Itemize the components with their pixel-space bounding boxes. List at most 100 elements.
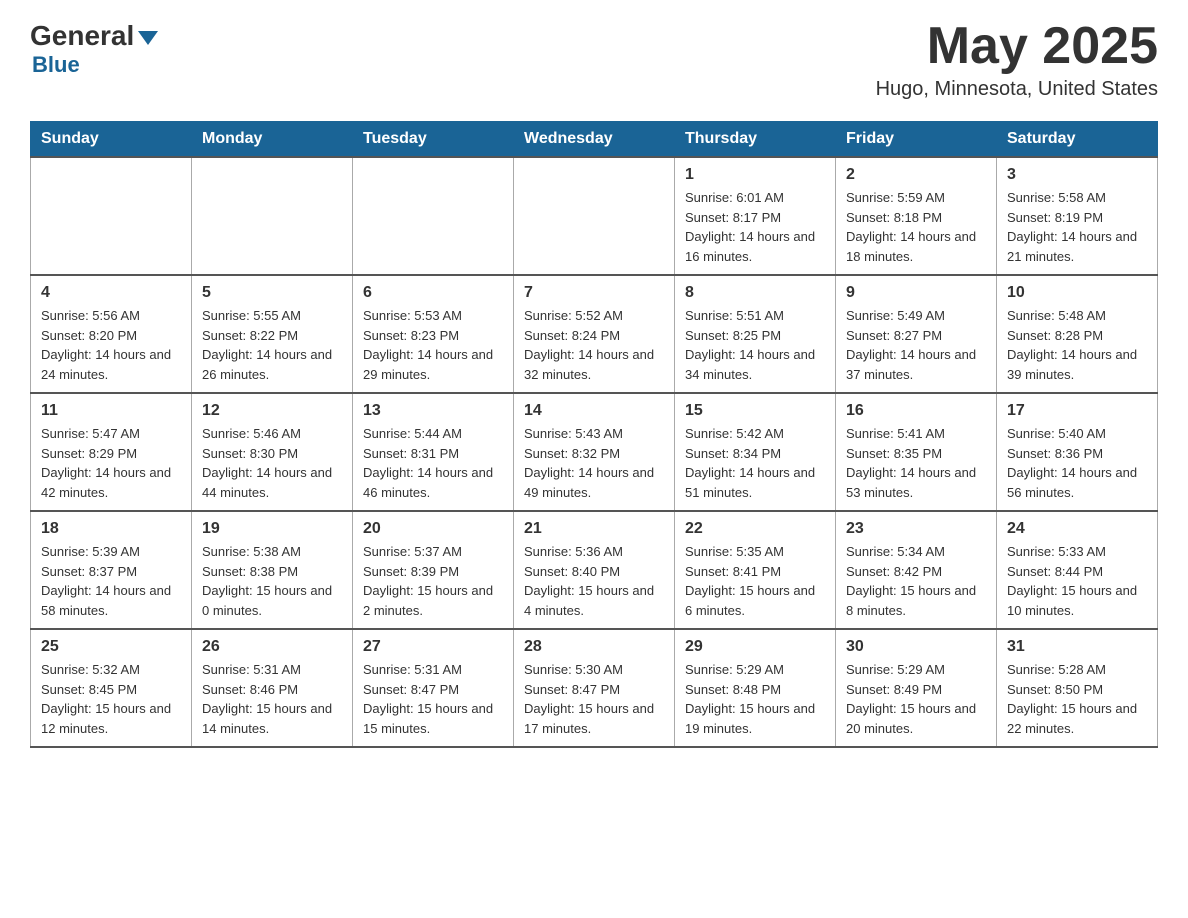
day-info: Sunrise: 5:29 AM Sunset: 8:49 PM Dayligh… bbox=[846, 660, 986, 738]
weekday-header-monday: Monday bbox=[192, 122, 353, 158]
calendar-week-row-3: 18 Sunrise: 5:39 AM Sunset: 8:37 PM Dayli… bbox=[31, 511, 1158, 629]
day-info: Sunrise: 5:39 AM Sunset: 8:37 PM Dayligh… bbox=[41, 542, 181, 620]
calendar-cell-week4-day3: 28 Sunrise: 5:30 AM Sunset: 8:47 PM Dayli… bbox=[514, 629, 675, 747]
day-number: 23 bbox=[846, 520, 986, 538]
day-number: 1 bbox=[685, 166, 825, 184]
day-number: 15 bbox=[685, 402, 825, 420]
logo: General Blue bbox=[30, 20, 158, 78]
day-number: 18 bbox=[41, 520, 181, 538]
calendar-cell-week1-day2: 6Sunrise: 5:53 AM Sunset: 8:23 PM Daylig… bbox=[353, 275, 514, 393]
day-info: Sunrise: 5:56 AM Sunset: 8:20 PM Dayligh… bbox=[41, 306, 181, 384]
calendar-cell-week4-day0: 25 Sunrise: 5:32 AM Sunset: 8:45 PM Dayli… bbox=[31, 629, 192, 747]
day-number: 30 bbox=[846, 638, 986, 656]
day-number: 9 bbox=[846, 284, 986, 302]
day-number: 24 bbox=[1007, 520, 1147, 538]
day-number: 28 bbox=[524, 638, 664, 656]
day-info: Sunrise: 5:33 AM Sunset: 8:44 PM Dayligh… bbox=[1007, 542, 1147, 620]
day-info: Sunrise: 5:55 AM Sunset: 8:22 PM Dayligh… bbox=[202, 306, 342, 384]
day-number: 2 bbox=[846, 166, 986, 184]
day-number: 3 bbox=[1007, 166, 1147, 184]
day-number: 12 bbox=[202, 402, 342, 420]
day-info: Sunrise: 5:51 AM Sunset: 8:25 PM Dayligh… bbox=[685, 306, 825, 384]
calendar-cell-week0-day3 bbox=[514, 157, 675, 275]
calendar-cell-week0-day5: 2 Sunrise: 5:59 AM Sunset: 8:18 PM Daylig… bbox=[836, 157, 997, 275]
day-info: Sunrise: 5:41 AM Sunset: 8:35 PM Dayligh… bbox=[846, 424, 986, 502]
calendar-cell-week4-day1: 26Sunrise: 5:31 AM Sunset: 8:46 PM Dayli… bbox=[192, 629, 353, 747]
weekday-header-saturday: Saturday bbox=[997, 122, 1158, 158]
calendar-cell-week2-day0: 11Sunrise: 5:47 AM Sunset: 8:29 PM Dayli… bbox=[31, 393, 192, 511]
day-info: Sunrise: 5:46 AM Sunset: 8:30 PM Dayligh… bbox=[202, 424, 342, 502]
calendar-cell-week1-day3: 7 Sunrise: 5:52 AM Sunset: 8:24 PM Daylig… bbox=[514, 275, 675, 393]
calendar-cell-week1-day1: 5 Sunrise: 5:55 AM Sunset: 8:22 PM Daylig… bbox=[192, 275, 353, 393]
day-info: Sunrise: 5:36 AM Sunset: 8:40 PM Dayligh… bbox=[524, 542, 664, 620]
day-number: 26 bbox=[202, 638, 342, 656]
day-info: Sunrise: 5:40 AM Sunset: 8:36 PM Dayligh… bbox=[1007, 424, 1147, 502]
calendar-table: SundayMondayTuesdayWednesdayThursdayFrid… bbox=[30, 121, 1158, 748]
calendar-cell-week0-day1 bbox=[192, 157, 353, 275]
day-number: 20 bbox=[363, 520, 503, 538]
calendar-cell-week2-day3: 14 Sunrise: 5:43 AM Sunset: 8:32 PM Dayli… bbox=[514, 393, 675, 511]
calendar-cell-week4-day4: 29 Sunrise: 5:29 AM Sunset: 8:48 PM Dayli… bbox=[675, 629, 836, 747]
day-number: 14 bbox=[524, 402, 664, 420]
day-number: 6 bbox=[363, 284, 503, 302]
calendar-cell-week3-day1: 19 Sunrise: 5:38 AM Sunset: 8:38 PM Dayli… bbox=[192, 511, 353, 629]
day-info: Sunrise: 5:52 AM Sunset: 8:24 PM Dayligh… bbox=[524, 306, 664, 384]
day-number: 22 bbox=[685, 520, 825, 538]
day-info: Sunrise: 5:49 AM Sunset: 8:27 PM Dayligh… bbox=[846, 306, 986, 384]
day-number: 16 bbox=[846, 402, 986, 420]
day-info: Sunrise: 5:28 AM Sunset: 8:50 PM Dayligh… bbox=[1007, 660, 1147, 738]
calendar-cell-week1-day0: 4Sunrise: 5:56 AM Sunset: 8:20 PM Daylig… bbox=[31, 275, 192, 393]
calendar-week-row-1: 4Sunrise: 5:56 AM Sunset: 8:20 PM Daylig… bbox=[31, 275, 1158, 393]
calendar-week-row-4: 25 Sunrise: 5:32 AM Sunset: 8:45 PM Dayli… bbox=[31, 629, 1158, 747]
logo-general-text: General bbox=[30, 20, 158, 52]
weekday-header-sunday: Sunday bbox=[31, 122, 192, 158]
calendar-cell-week3-day6: 24 Sunrise: 5:33 AM Sunset: 8:44 PM Dayli… bbox=[997, 511, 1158, 629]
day-number: 13 bbox=[363, 402, 503, 420]
title-area: May 2025 Hugo, Minnesota, United States bbox=[876, 20, 1158, 101]
calendar-cell-week3-day5: 23 Sunrise: 5:34 AM Sunset: 8:42 PM Dayli… bbox=[836, 511, 997, 629]
day-number: 29 bbox=[685, 638, 825, 656]
calendar-cell-week4-day2: 27Sunrise: 5:31 AM Sunset: 8:47 PM Dayli… bbox=[353, 629, 514, 747]
weekday-header-thursday: Thursday bbox=[675, 122, 836, 158]
logo-blue-label: Blue bbox=[32, 52, 80, 78]
weekday-header-row: SundayMondayTuesdayWednesdayThursdayFrid… bbox=[31, 122, 1158, 158]
day-info: Sunrise: 5:32 AM Sunset: 8:45 PM Dayligh… bbox=[41, 660, 181, 738]
day-number: 5 bbox=[202, 284, 342, 302]
day-info: Sunrise: 5:44 AM Sunset: 8:31 PM Dayligh… bbox=[363, 424, 503, 502]
calendar-cell-week0-day6: 3Sunrise: 5:58 AM Sunset: 8:19 PM Daylig… bbox=[997, 157, 1158, 275]
day-number: 7 bbox=[524, 284, 664, 302]
day-info: Sunrise: 6:01 AM Sunset: 8:17 PM Dayligh… bbox=[685, 188, 825, 266]
day-info: Sunrise: 5:30 AM Sunset: 8:47 PM Dayligh… bbox=[524, 660, 664, 738]
weekday-header-wednesday: Wednesday bbox=[514, 122, 675, 158]
day-info: Sunrise: 5:34 AM Sunset: 8:42 PM Dayligh… bbox=[846, 542, 986, 620]
page-header: General Blue May 2025 Hugo, Minnesota, U… bbox=[30, 20, 1158, 101]
calendar-cell-week3-day4: 22 Sunrise: 5:35 AM Sunset: 8:41 PM Dayli… bbox=[675, 511, 836, 629]
day-info: Sunrise: 5:38 AM Sunset: 8:38 PM Dayligh… bbox=[202, 542, 342, 620]
day-number: 25 bbox=[41, 638, 181, 656]
calendar-cell-week2-day4: 15 Sunrise: 5:42 AM Sunset: 8:34 PM Dayli… bbox=[675, 393, 836, 511]
day-info: Sunrise: 5:29 AM Sunset: 8:48 PM Dayligh… bbox=[685, 660, 825, 738]
month-year-title: May 2025 bbox=[876, 20, 1158, 72]
calendar-cell-week3-day2: 20Sunrise: 5:37 AM Sunset: 8:39 PM Dayli… bbox=[353, 511, 514, 629]
day-number: 17 bbox=[1007, 402, 1147, 420]
calendar-cell-week4-day6: 31 Sunrise: 5:28 AM Sunset: 8:50 PM Dayli… bbox=[997, 629, 1158, 747]
calendar-cell-week2-day1: 12 Sunrise: 5:46 AM Sunset: 8:30 PM Dayli… bbox=[192, 393, 353, 511]
day-number: 8 bbox=[685, 284, 825, 302]
day-info: Sunrise: 5:31 AM Sunset: 8:47 PM Dayligh… bbox=[363, 660, 503, 738]
calendar-cell-week0-day0 bbox=[31, 157, 192, 275]
calendar-week-row-2: 11Sunrise: 5:47 AM Sunset: 8:29 PM Dayli… bbox=[31, 393, 1158, 511]
day-number: 21 bbox=[524, 520, 664, 538]
calendar-cell-week1-day4: 8 Sunrise: 5:51 AM Sunset: 8:25 PM Daylig… bbox=[675, 275, 836, 393]
calendar-cell-week1-day6: 10Sunrise: 5:48 AM Sunset: 8:28 PM Dayli… bbox=[997, 275, 1158, 393]
weekday-header-friday: Friday bbox=[836, 122, 997, 158]
day-info: Sunrise: 5:35 AM Sunset: 8:41 PM Dayligh… bbox=[685, 542, 825, 620]
day-info: Sunrise: 5:59 AM Sunset: 8:18 PM Dayligh… bbox=[846, 188, 986, 266]
day-number: 19 bbox=[202, 520, 342, 538]
calendar-cell-week4-day5: 30 Sunrise: 5:29 AM Sunset: 8:49 PM Dayli… bbox=[836, 629, 997, 747]
day-info: Sunrise: 5:42 AM Sunset: 8:34 PM Dayligh… bbox=[685, 424, 825, 502]
calendar-cell-week2-day5: 16 Sunrise: 5:41 AM Sunset: 8:35 PM Dayli… bbox=[836, 393, 997, 511]
location-subtitle: Hugo, Minnesota, United States bbox=[876, 78, 1158, 101]
day-number: 31 bbox=[1007, 638, 1147, 656]
weekday-header-tuesday: Tuesday bbox=[353, 122, 514, 158]
day-info: Sunrise: 5:43 AM Sunset: 8:32 PM Dayligh… bbox=[524, 424, 664, 502]
